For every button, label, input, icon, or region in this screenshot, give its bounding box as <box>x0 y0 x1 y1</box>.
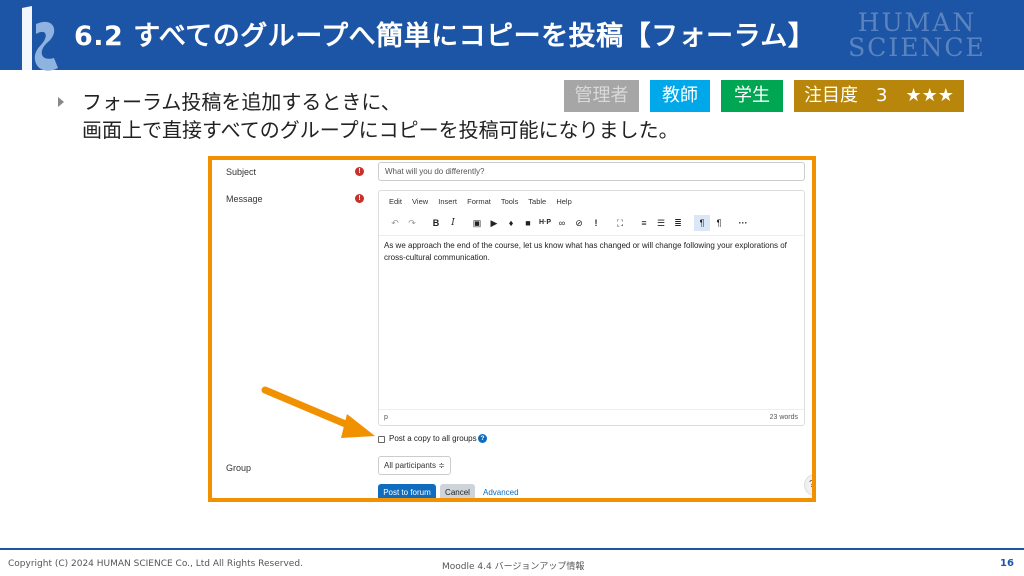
menu-tools[interactable]: Tools <box>501 197 519 206</box>
badge-teacher: 教師 <box>650 80 710 112</box>
description-line-2: 画面上で直接すべてのグループにコピーを投稿可能になりました。 <box>82 118 679 142</box>
bullet-arrow-icon <box>58 97 64 107</box>
callout-arrow-icon <box>261 386 375 438</box>
redo-icon[interactable]: ↷ <box>404 215 420 231</box>
ltr-paragraph-icon[interactable]: ¶ <box>694 215 710 231</box>
group-label: Group <box>226 463 252 473</box>
cancel-button[interactable]: Cancel <box>440 484 475 498</box>
badge-attention-level: 注目度 3 ★★★ <box>794 80 964 112</box>
exclamation-icon[interactable]: ! <box>588 215 604 231</box>
advanced-link[interactable]: Advanced <box>483 488 519 497</box>
required-icon: ! <box>355 194 364 203</box>
media-icon[interactable]: ▶ <box>486 215 502 231</box>
subject-label: Subject <box>226 167 257 177</box>
message-editor[interactable]: Edit View Insert Format Tools Table Help… <box>378 190 805 426</box>
italic-icon[interactable]: I <box>445 215 461 231</box>
link-icon[interactable]: ∞ <box>554 215 570 231</box>
align-right-icon[interactable]: ≣ <box>670 215 686 231</box>
page-title: 6.2 すべてのグループへ簡単にコピーを投稿【フォーラム】 <box>74 21 816 52</box>
help-icon[interactable]: ? <box>478 434 487 443</box>
message-label: Message <box>226 194 263 204</box>
post-copy-label[interactable]: Post a copy to all groups <box>389 434 477 443</box>
fullscreen-icon[interactable]: ⛶ <box>612 215 628 231</box>
post-to-forum-button[interactable]: Post to forum <box>378 484 436 498</box>
h5p-icon[interactable]: H·P <box>537 215 553 231</box>
menu-table[interactable]: Table <box>528 197 546 206</box>
message-text[interactable]: As we approach the end of the course, le… <box>379 235 804 407</box>
editor-toolbar: ↶ ↷ B I ▣ ▶ ♦ ■ H·P ∞ ⊘ ! ⛶ ≡ ☰ ≣ ¶ ¶ ··… <box>387 215 752 231</box>
copyright-text: Copyright (C) 2024 HUMAN SCIENCE Co., Lt… <box>8 559 303 569</box>
menu-help[interactable]: Help <box>556 197 571 206</box>
badge-student: 学生 <box>721 80 783 112</box>
document-title: Moodle 4.4 バージョンアップ情報 <box>442 562 585 572</box>
word-count: 23 words <box>769 414 798 421</box>
menu-view[interactable]: View <box>412 197 428 206</box>
editor-menubar: Edit View Insert Format Tools Table Help <box>389 197 580 206</box>
page-number: 16 <box>1000 558 1014 569</box>
align-center-icon[interactable]: ☰ <box>653 215 669 231</box>
more-options-icon[interactable]: ··· <box>735 215 751 231</box>
editor-statusbar: p 23 words <box>379 409 804 425</box>
group-select[interactable]: All participants ≑ <box>378 456 451 475</box>
microphone-icon[interactable]: ♦ <box>503 215 519 231</box>
brand-line-2: SCIENCE <box>848 33 986 62</box>
menu-format[interactable]: Format <box>467 197 491 206</box>
menu-edit[interactable]: Edit <box>389 197 402 206</box>
video-camera-icon[interactable]: ■ <box>520 215 536 231</box>
unlink-icon[interactable]: ⊘ <box>571 215 587 231</box>
rtl-paragraph-icon[interactable]: ¶ <box>711 215 727 231</box>
brand-watermark: HUMAN SCIENCE <box>832 10 1002 60</box>
footer-divider <box>0 548 1024 550</box>
bold-icon[interactable]: B <box>428 215 444 231</box>
element-path[interactable]: p <box>384 414 388 421</box>
menu-insert[interactable]: Insert <box>438 197 457 206</box>
moodle-post-form-screenshot: Subject ! What will you do differently? … <box>208 156 816 502</box>
human-science-logo-icon <box>22 6 58 82</box>
undo-icon[interactable]: ↶ <box>387 215 403 231</box>
badge-admin: 管理者 <box>564 80 639 112</box>
header-banner: 6.2 すべてのグループへ簡単にコピーを投稿【フォーラム】 HUMAN SCIE… <box>0 0 1024 82</box>
subject-input[interactable]: What will you do differently? <box>378 162 805 181</box>
brand-line-1: HUMAN <box>857 8 977 37</box>
align-left-icon[interactable]: ≡ <box>636 215 652 231</box>
image-icon[interactable]: ▣ <box>469 215 485 231</box>
required-icon: ! <box>355 167 364 176</box>
floating-help-icon[interactable]: ? <box>804 474 812 496</box>
